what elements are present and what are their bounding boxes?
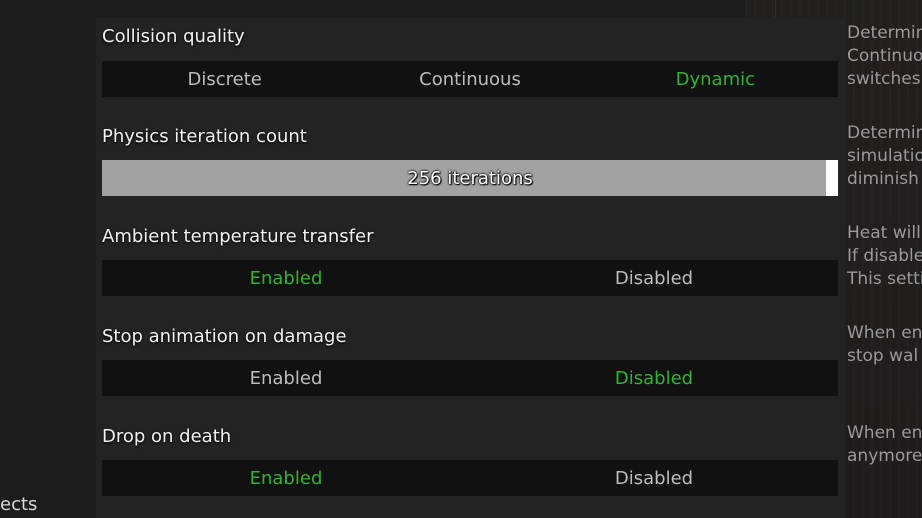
setting-description: When en stop wal bbox=[847, 322, 922, 368]
drop-on-death-toggle: Enabled Disabled bbox=[102, 460, 838, 496]
setting-drop-on-death: Drop on death Enabled Disabled bbox=[102, 424, 838, 504]
setting-title: Drop on death bbox=[102, 426, 232, 447]
description-line: When en bbox=[847, 423, 922, 443]
description-line: Determin bbox=[847, 23, 922, 43]
option-enabled[interactable]: Enabled bbox=[102, 360, 470, 396]
setting-ambient-temperature: Ambient temperature transfer Enabled Dis… bbox=[102, 224, 838, 304]
stop-animation-toggle: Enabled Disabled bbox=[102, 360, 838, 396]
option-continuous[interactable]: Continuous bbox=[347, 61, 592, 97]
collision-quality-selector: Discrete Continuous Dynamic bbox=[102, 61, 838, 97]
setting-description: When en anymore bbox=[847, 422, 922, 468]
description-line: Continuo bbox=[847, 46, 922, 66]
option-disabled[interactable]: Disabled bbox=[470, 360, 838, 396]
setting-collision-quality: Collision quality Discrete Continuous Dy… bbox=[102, 24, 838, 104]
setting-description: Determin Continuo switches bbox=[847, 22, 922, 91]
option-discrete[interactable]: Discrete bbox=[102, 61, 347, 97]
description-line: If disable bbox=[847, 246, 922, 266]
setting-description: Heat will If disable This setti bbox=[847, 222, 922, 291]
setting-title: Physics iteration count bbox=[102, 126, 307, 147]
description-line: When en bbox=[847, 323, 922, 343]
setting-stop-animation: Stop animation on damage Enabled Disable… bbox=[102, 324, 838, 404]
option-dynamic[interactable]: Dynamic bbox=[593, 61, 838, 97]
setting-description: Determin simulatio diminish bbox=[847, 122, 922, 191]
setting-title: Ambient temperature transfer bbox=[102, 226, 374, 247]
setting-title: Collision quality bbox=[102, 26, 245, 47]
option-disabled[interactable]: Disabled bbox=[470, 460, 838, 496]
description-line: diminish bbox=[847, 169, 919, 189]
ambient-temperature-toggle: Enabled Disabled bbox=[102, 260, 838, 296]
description-line: switches bbox=[847, 69, 921, 89]
option-enabled[interactable]: Enabled bbox=[102, 460, 470, 496]
description-line: anymore bbox=[847, 446, 922, 466]
description-line: simulatio bbox=[847, 146, 922, 166]
slider-value-label: 256 iterations bbox=[407, 167, 533, 189]
sidebar-item-objects[interactable]: ects bbox=[0, 494, 37, 515]
setting-physics-iterations: Physics iteration count 256 iterations bbox=[102, 124, 838, 204]
iteration-count-slider[interactable]: 256 iterations bbox=[102, 160, 838, 196]
description-line: This setti bbox=[847, 269, 922, 289]
description-line: stop wal bbox=[847, 346, 919, 366]
description-line: Determin bbox=[847, 123, 922, 143]
option-enabled[interactable]: Enabled bbox=[102, 260, 470, 296]
description-line: Heat will bbox=[847, 223, 921, 243]
option-disabled[interactable]: Disabled bbox=[470, 260, 838, 296]
setting-title: Stop animation on damage bbox=[102, 326, 347, 347]
